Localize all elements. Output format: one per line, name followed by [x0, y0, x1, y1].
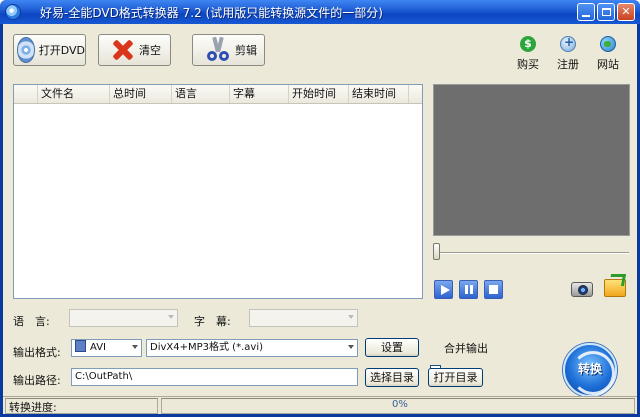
snapshot-camera-icon[interactable] [571, 282, 593, 297]
output-format-label: 输出格式: [13, 346, 61, 359]
cut-button[interactable]: 剪辑 [192, 34, 265, 66]
buy-label: 购买 [517, 58, 539, 71]
buy-link[interactable]: $ 购买 [511, 36, 545, 72]
column-header-end-time[interactable]: 结束时间 [349, 85, 409, 103]
website-link[interactable]: 网站 [591, 36, 625, 72]
open-directory-button[interactable]: 打开目录 [428, 368, 483, 387]
convert-button[interactable]: 转换 [563, 343, 617, 397]
file-list-header: 文件名 总时间 语言 字幕 开始时间 结束时间 [14, 85, 422, 104]
play-button[interactable] [434, 280, 453, 299]
container-format-select[interactable]: AVI [71, 339, 142, 357]
output-path-input[interactable]: C:\OutPath\ [71, 368, 358, 386]
register-label: 注册 [557, 58, 579, 71]
dvd-disc-icon [17, 37, 35, 63]
subtitle-select[interactable] [249, 309, 358, 327]
row-marker-column [14, 85, 38, 103]
progress-value: 0% [392, 399, 408, 410]
output-path-value: C:\OutPath\ [75, 371, 133, 382]
dropdown-arrow-icon [168, 315, 174, 319]
globe-icon [600, 36, 616, 52]
column-header-duration[interactable]: 总时间 [110, 85, 172, 103]
open-snapshot-folder-icon[interactable] [604, 279, 626, 297]
register-icon [560, 35, 576, 52]
choose-directory-button[interactable]: 选择目录 [365, 368, 419, 387]
minimize-icon [582, 15, 590, 17]
minimize-button[interactable] [577, 3, 595, 21]
dollar-icon: $ [520, 36, 536, 52]
seek-slider-thumb[interactable] [433, 243, 440, 260]
maximize-button[interactable] [597, 3, 615, 21]
progress-label: 转换进度: [9, 401, 57, 414]
pause-button[interactable] [459, 280, 478, 299]
red-x-icon [111, 38, 135, 62]
output-path-label: 输出路径: [13, 374, 61, 387]
app-disc-icon[interactable] [5, 4, 21, 20]
seek-slider-track[interactable] [433, 252, 629, 254]
language-select[interactable] [69, 309, 178, 327]
dropdown-arrow-icon [348, 345, 354, 349]
status-bar: 转换进度: 0% [3, 396, 637, 414]
video-preview [433, 84, 630, 236]
scissors-icon [205, 36, 231, 63]
main-panel: 打开DVD 清空 剪辑 $ 购买 注册 网站 文件名 [3, 24, 637, 414]
avi-file-icon [75, 340, 86, 352]
open-dvd-label: 打开DVD [38, 44, 85, 57]
column-header-start-time[interactable]: 开始时间 [289, 85, 349, 103]
codec-format-value: DivX4+MP3格式 (*.avi) [150, 342, 263, 353]
close-button[interactable]: ✕ [617, 3, 635, 21]
app-window: 好易-全能DVD格式转换器 7.2 (试用版只能转换源文件的一部分) ✕ 打开D… [0, 0, 640, 417]
window-title: 好易-全能DVD格式转换器 7.2 (试用版只能转换源文件的一部分) [40, 6, 383, 20]
website-label: 网站 [597, 58, 619, 71]
cut-label: 剪辑 [235, 44, 257, 57]
language-label: 语 言: [13, 315, 50, 328]
subtitle-label: 字 幕: [194, 315, 231, 328]
dropdown-arrow-icon [348, 315, 354, 319]
column-header-language[interactable]: 语言 [172, 85, 230, 103]
container-format-value: AVI [90, 342, 106, 353]
column-header-subtitle[interactable]: 字幕 [230, 85, 289, 103]
codec-format-select[interactable]: DivX4+MP3格式 (*.avi) [146, 339, 358, 357]
merge-output-label[interactable]: 合并输出 [444, 340, 488, 356]
convert-label: 转换 [577, 362, 602, 376]
clear-button[interactable]: 清空 [98, 34, 171, 66]
column-header-filename[interactable]: 文件名 [38, 85, 110, 103]
dropdown-arrow-icon [132, 345, 138, 349]
clear-label: 清空 [139, 44, 161, 57]
file-list[interactable]: 文件名 总时间 语言 字幕 开始时间 结束时间 [13, 84, 423, 299]
open-dvd-button[interactable]: 打开DVD [13, 34, 86, 66]
stop-button[interactable] [484, 280, 503, 299]
close-icon: ✕ [621, 5, 631, 18]
register-link[interactable]: 注册 [551, 35, 585, 72]
title-bar[interactable]: 好易-全能DVD格式转换器 7.2 (试用版只能转换源文件的一部分) ✕ [0, 0, 640, 24]
settings-button[interactable]: 设置 [365, 338, 419, 357]
maximize-icon [601, 8, 611, 16]
